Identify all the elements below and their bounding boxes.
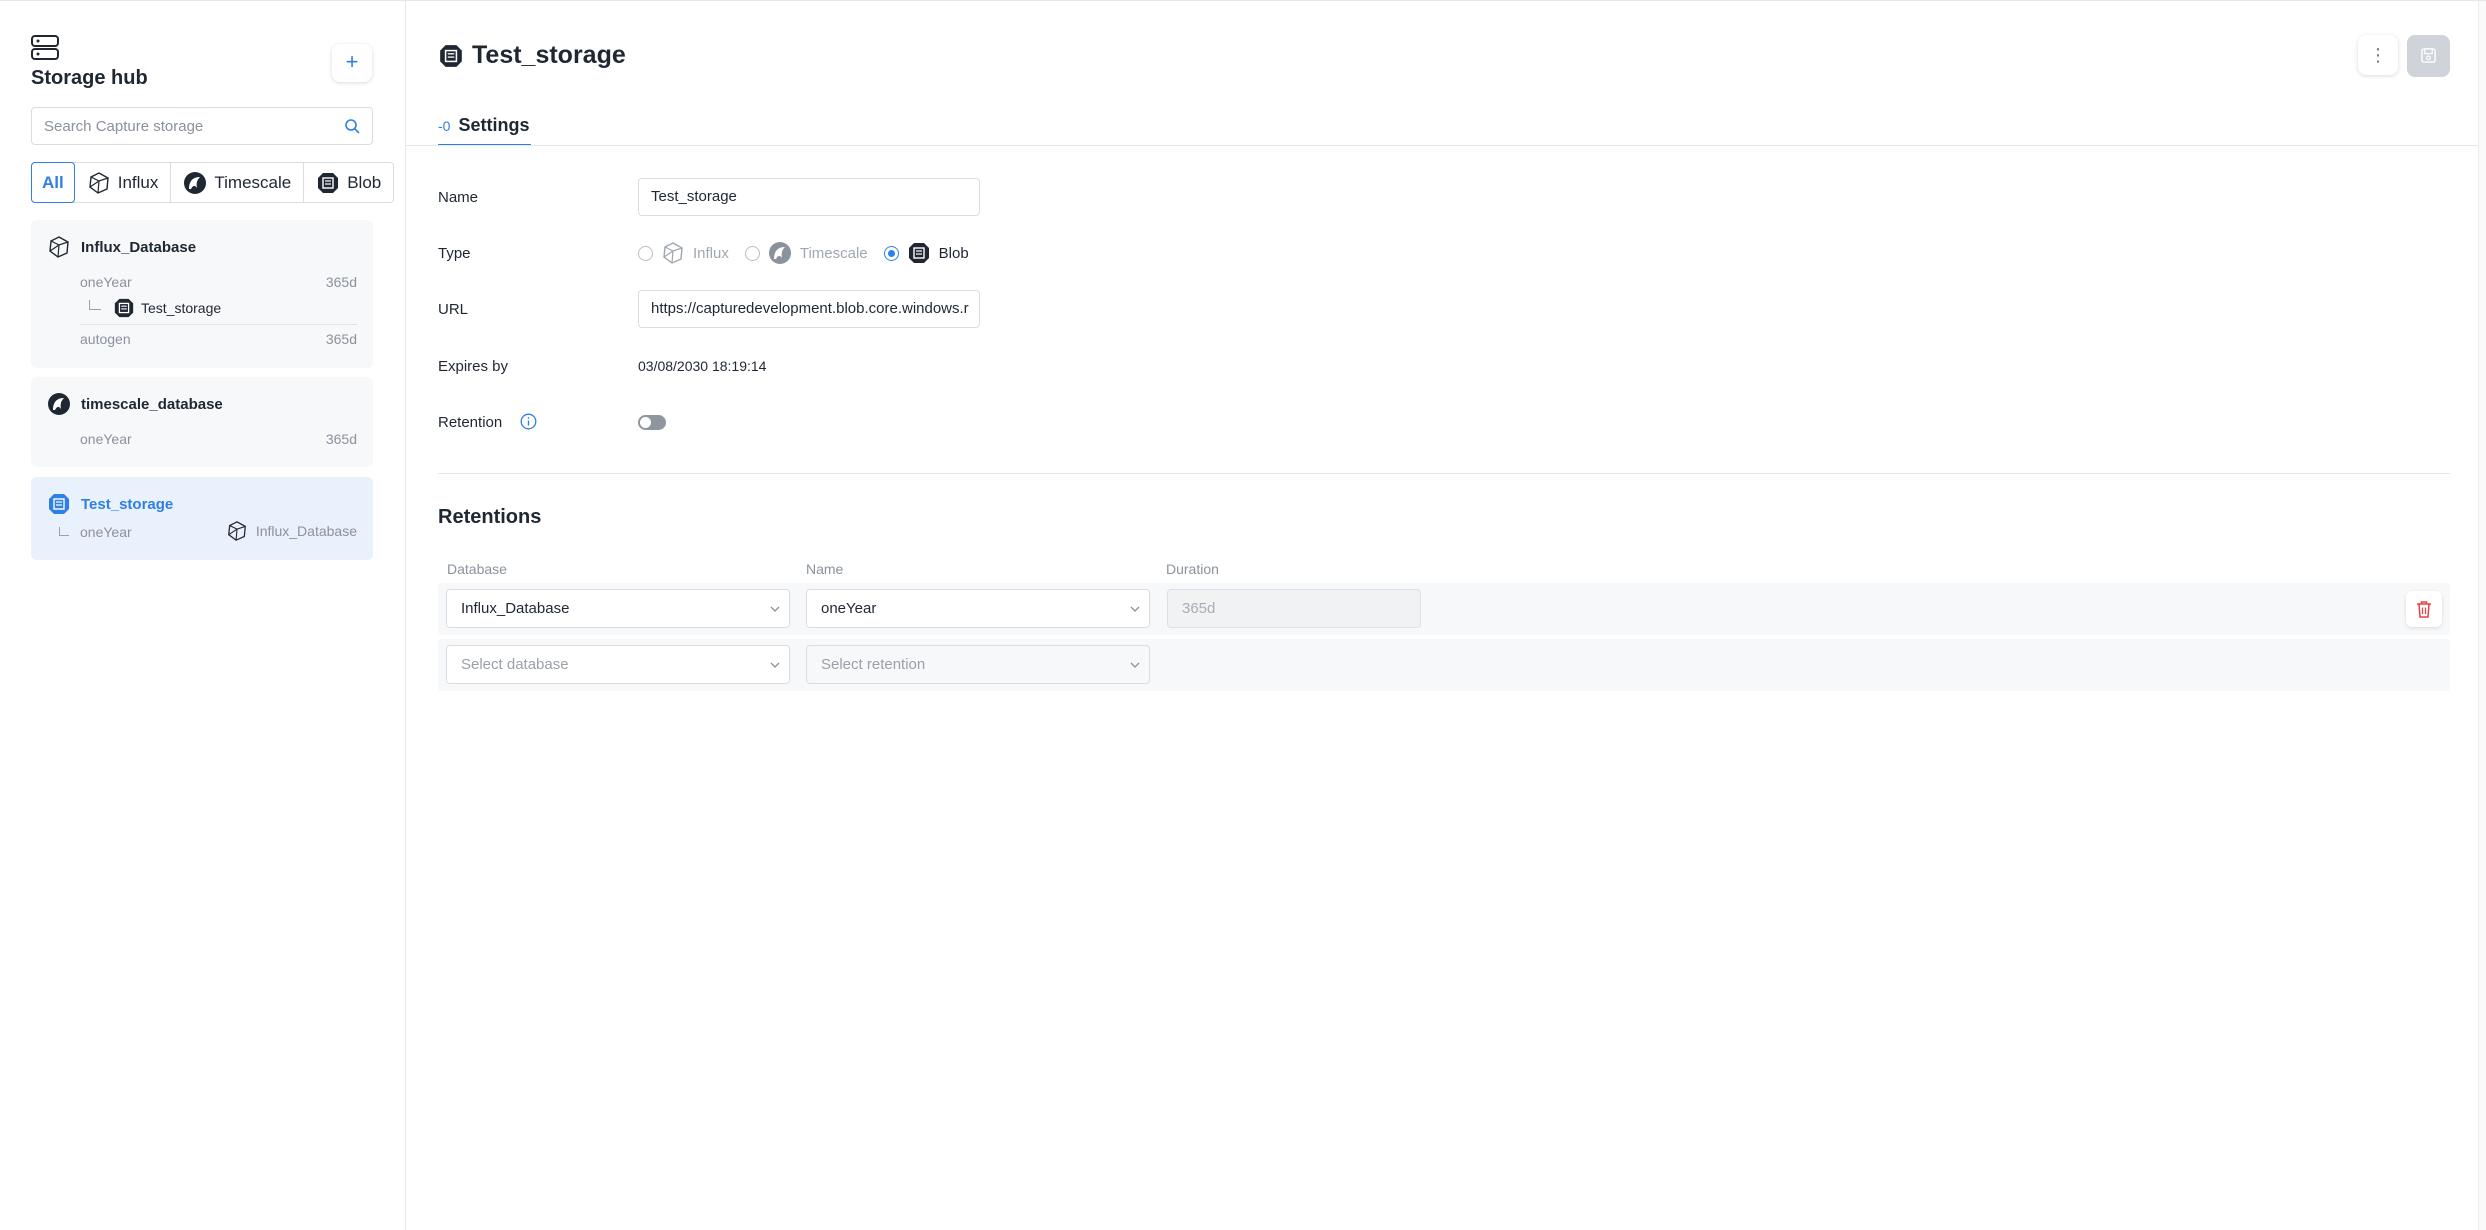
retention-select-value: oneYear [821, 600, 877, 617]
timescale-icon [48, 393, 70, 415]
timescale-icon [184, 171, 207, 194]
section-divider [438, 473, 2450, 474]
name-label: Name [438, 189, 479, 206]
name-column-header: Name [806, 561, 844, 577]
filter-all-label: All [42, 172, 64, 192]
search-icon[interactable] [344, 118, 360, 134]
new-retention-row: Select database Select retention [438, 639, 2450, 691]
linked-storage[interactable]: Test_storage [89, 297, 221, 319]
sidebar: Storage hub + All Influx [0, 1, 406, 1230]
expires-label: Expires by [438, 358, 509, 375]
expires-value: 03/08/2030 18:19:14 [638, 358, 767, 374]
card-title: Test_storage [81, 496, 174, 513]
retention-select[interactable]: oneYear [806, 589, 1150, 628]
filter-timescale[interactable]: Timescale [171, 163, 305, 202]
more-options-button[interactable]: ⋮ [2358, 35, 2398, 75]
retention-row: Influx_Database oneYear 365d [438, 583, 2450, 635]
save-icon [2421, 48, 2436, 63]
database-select[interactable]: Influx_Database [446, 589, 790, 628]
linked-database: Influx_Database [226, 520, 357, 542]
influx-icon [49, 236, 69, 258]
tree-connector [89, 300, 101, 310]
duration-column-header: Duration [1166, 561, 1219, 577]
linked-storage-name: Test_storage [141, 300, 222, 316]
tab-settings[interactable]: -0 Settings [438, 107, 532, 146]
blob-icon [49, 494, 69, 514]
type-label: Type [438, 245, 471, 262]
retention-name: oneYear [80, 274, 132, 290]
sidebar-title: Storage hub [31, 67, 148, 89]
storage-type-filter: All Influx Timescale Blob [31, 162, 395, 203]
chevron-down-icon [1130, 606, 1140, 612]
tab-settings-label: Settings [458, 115, 530, 135]
window-scrollbar[interactable] [2478, 1, 2486, 1230]
divider [80, 324, 357, 325]
blob-icon [908, 243, 929, 263]
retention-name: oneYear [80, 431, 132, 447]
blob-icon [440, 44, 462, 67]
type-blob-label: Blob [938, 244, 969, 262]
influx-icon [227, 521, 246, 541]
type-radio-timescale[interactable] [744, 245, 760, 261]
storage-card-influx-database[interactable]: Influx_Database oneYear 365d Test_storag… [31, 220, 373, 368]
storage-card-test-storage[interactable]: Test_storage oneYear Influx_Database [31, 477, 373, 560]
trash-icon [2417, 601, 2431, 618]
type-influx-label: Influx [693, 244, 729, 262]
chevron-down-icon [1130, 662, 1140, 668]
type-timescale-label: Timescale [799, 244, 868, 262]
blob-icon [114, 298, 134, 318]
tab-divider [406, 145, 2478, 146]
app-window: Storage hub + All Influx [0, 0, 2486, 1230]
retention-toggle[interactable] [638, 415, 666, 430]
blob-icon [318, 172, 339, 193]
url-label: URL [438, 301, 469, 318]
retention-duration: 365d [325, 431, 357, 447]
select-retention[interactable]: Select retention [806, 645, 1150, 684]
settings-tab-icon: -0 [438, 117, 451, 134]
duration-field: 365d [1167, 589, 1421, 628]
card-title: Influx_Database [81, 239, 197, 256]
retention-name: autogen [80, 331, 131, 347]
card-title: timescale_database [81, 396, 223, 413]
retention-name: oneYear [80, 524, 132, 540]
name-input[interactable]: Test_storage [638, 178, 980, 216]
linked-database-name: Influx_Database [255, 523, 357, 539]
retention-label: Retention [438, 414, 503, 431]
influx-icon [88, 171, 109, 194]
filter-blob-label: Blob [347, 172, 382, 192]
filter-all[interactable]: All [31, 162, 75, 203]
main-panel: Test_storage ⋮ -0 Settings Name Test_sto… [406, 1, 2478, 1230]
filter-timescale-label: Timescale [214, 172, 292, 192]
tree-connector [59, 527, 69, 536]
storage-hub-icon [31, 35, 59, 60]
delete-retention-button[interactable] [2406, 591, 2442, 627]
retentions-title: Retentions [438, 506, 542, 528]
retention-duration: 365d [325, 331, 357, 347]
influx-icon [663, 242, 683, 264]
filter-influx-label: Influx [117, 172, 159, 192]
retention-duration: 365d [325, 274, 357, 290]
database-column-header: Database [447, 561, 507, 577]
info-icon[interactable] [520, 413, 537, 430]
search-box [31, 107, 373, 145]
database-select-value: Influx_Database [461, 600, 570, 617]
page-title-text: Test_storage [472, 41, 626, 69]
chevron-down-icon [770, 606, 780, 612]
chevron-down-icon [770, 662, 780, 668]
filter-blob[interactable]: Blob [304, 163, 393, 202]
add-storage-button[interactable]: + [332, 44, 372, 82]
save-button[interactable] [2407, 35, 2450, 77]
timescale-icon [768, 242, 791, 264]
select-database[interactable]: Select database [446, 645, 790, 684]
storage-card-timescale-database[interactable]: timescale_database oneYear 365d [31, 377, 373, 467]
select-database-placeholder: Select database [461, 656, 569, 673]
type-radio-group: Influx Timescale Blob [638, 241, 977, 265]
search-input[interactable] [32, 108, 332, 144]
type-radio-blob[interactable] [883, 245, 899, 261]
url-input[interactable]: https://capturedevelopment.blob.core.win… [638, 290, 980, 328]
type-radio-influx[interactable] [638, 245, 653, 261]
page-title: Test_storage [438, 41, 626, 70]
filter-influx[interactable]: Influx [75, 163, 172, 202]
select-retention-placeholder: Select retention [821, 656, 926, 673]
